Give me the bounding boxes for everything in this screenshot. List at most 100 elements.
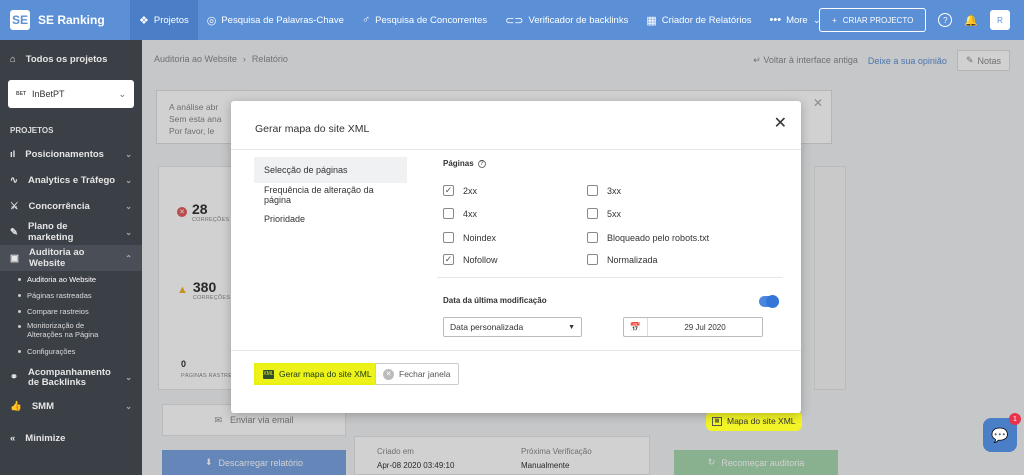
sidebar-subitem-label: Compare rastreios [27, 306, 89, 316]
checkbox-2xx[interactable]: ✓ 2xx [443, 185, 477, 196]
chat-icon: 💬 [991, 426, 1009, 443]
checkbox-icon [587, 232, 598, 243]
sidebar-subitem-settings[interactable]: Configurações [0, 343, 142, 359]
sidebar-item-analytics[interactable]: ∿ Analytics e Tráfego ⌄ [0, 167, 142, 193]
menu-change-frequency[interactable]: Frequência de alteração da página [254, 182, 407, 208]
checkbox-nofollow[interactable]: ✓ Nofollow [443, 254, 498, 265]
sidebar-subitem-label: Páginas rastreadas [27, 290, 92, 300]
sidebar-item-label: Analytics e Tráfego [27, 174, 116, 186]
checkbox-label: 3xx [607, 185, 622, 196]
bar-chart-icon: ıl [10, 148, 16, 160]
nav-projetos[interactable]: ❖ Projetos [130, 0, 198, 40]
checkbox-3xx[interactable]: 3xx [587, 185, 621, 196]
brand[interactable]: SE SE Ranking [0, 10, 130, 30]
top-navigation-bar: SE SE Ranking ❖ Projetos ◎ Pesquisa de Pal… [0, 0, 1024, 40]
more-icon: ••• [769, 14, 782, 26]
close-icon[interactable]: ✕ [774, 113, 787, 133]
pulse-icon: ∿ [10, 174, 18, 186]
checkbox-checked-icon: ✓ [443, 254, 454, 265]
chat-button[interactable]: 💬 1 [983, 413, 1021, 452]
menu-priority[interactable]: Prioridade [254, 206, 407, 232]
sidebar-item-marketing-plan[interactable]: ✎ Plano de marketing ⌄ [0, 219, 142, 245]
sidebar-subitem-page-changes[interactable]: Monitorização de Alterações na Página [0, 319, 142, 343]
brand-name: SE Ranking [38, 13, 105, 27]
last-modified-toggle[interactable] [759, 295, 779, 308]
date-picker[interactable]: 📅 29 Jul 2020 [623, 317, 763, 337]
checkbox-label: 5xx [607, 208, 622, 219]
nav-backlink-checker[interactable]: ⊂⊃ Verificador de backlinks [496, 0, 637, 40]
chevron-down-icon: ⌄ [125, 401, 132, 411]
sidebar-item-label: Acompanhamento de Backlinks [27, 367, 111, 388]
checkbox-icon [443, 232, 454, 243]
pencil-icon: ✎ [10, 226, 18, 238]
chevron-up-icon: ⌃ [125, 253, 132, 263]
avatar[interactable]: R [990, 10, 1010, 30]
pages-title: Páginas [443, 159, 474, 168]
audit-icon: ▣ [10, 252, 19, 264]
nav-label: Pesquisa de Concorrentes [375, 14, 488, 26]
section-divider [437, 277, 783, 278]
toggle-knob [766, 295, 779, 308]
generate-sitemap-button[interactable]: XML Gerar mapa do site XML [254, 363, 381, 385]
sidebar-subitem-crawled-pages[interactable]: Páginas rastreadas [0, 287, 142, 303]
sidebar-item-label: Posicionamentos [25, 148, 104, 160]
bullet-icon [18, 277, 21, 281]
bell-icon[interactable]: 🔔 [964, 14, 978, 27]
checkbox-5xx[interactable]: 5xx [587, 208, 621, 219]
checkbox-noindex[interactable]: Noindex [443, 232, 496, 243]
sidebar-subitem-audit[interactable]: Auditoria ao Website [0, 271, 142, 287]
sidebar-item-backlinks[interactable]: ⚭ Acompanhamento de Backlinks ⌄ [0, 363, 142, 393]
sidebar-subitem-label: Configurações [27, 346, 76, 356]
create-project-label: CRIAR PROJECTO [842, 15, 914, 25]
nav-keyword-research[interactable]: ◎ Pesquisa de Palavras-Chave [198, 0, 353, 40]
checkbox-4xx[interactable]: 4xx [443, 208, 477, 219]
main-nav: ❖ Projetos ◎ Pesquisa de Palavras-Chave ♂ P… [130, 0, 830, 40]
checkbox-label: 4xx [463, 208, 478, 219]
modal-divider [231, 149, 801, 150]
sidebar-item-label: SMM [31, 400, 55, 412]
nav-report-builder[interactable]: ▦ Criador de Relatórios [637, 0, 760, 40]
layers-icon: ❖ [139, 14, 149, 27]
sidebar-all-projects[interactable]: ⌂ Todos os projetos [0, 46, 142, 72]
checkbox-canonicalized[interactable]: Normalizada [587, 254, 658, 265]
sidebar-item-label: Auditoria ao Website [28, 247, 85, 269]
calendar-icon: 📅 [624, 318, 648, 336]
date-mode-select[interactable]: Data personalizada ▼ [443, 317, 582, 337]
chevron-down-icon: ⌄ [125, 175, 132, 185]
nav-competitor-research[interactable]: ♂ Pesquisa de Concorrentes [353, 0, 496, 40]
close-window-label: Fechar janela [399, 369, 451, 379]
checkbox-label: Bloqueado pelo robots.txt [607, 232, 710, 243]
sidebar-item-label: Concorrência [28, 200, 90, 212]
xml-sitemap-link[interactable]: ▦ Mapa do site XML [706, 411, 802, 431]
sidebar-item-smm[interactable]: 👍 SMM ⌄ [0, 393, 142, 419]
modal-divider [231, 350, 801, 351]
sidebar-item-positions[interactable]: ıl Posicionamentos ⌄ [0, 141, 142, 167]
help-icon[interactable]: ? [477, 159, 486, 168]
project-name: InBetPT [32, 89, 65, 99]
pages-section-title: Páginas ? [443, 159, 486, 168]
generate-label: Gerar mapa do site XML [279, 369, 372, 379]
create-project-button[interactable]: + CRIAR PROJECTO [819, 8, 927, 32]
checkbox-blocked-robots[interactable]: Bloqueado pelo robots.txt [587, 232, 709, 243]
swords-icon: ⚔ [10, 200, 19, 212]
sitemap-icon: ▦ [712, 416, 722, 426]
checkbox-label: Noindex [463, 232, 497, 243]
bullet-icon [18, 293, 21, 297]
checkbox-label: 2xx [463, 185, 478, 196]
sidebar-item-website-audit[interactable]: ▣ Auditoria ao Website ⌃ [0, 245, 142, 271]
bullet-icon [18, 309, 21, 313]
menu-page-selection[interactable]: Selecção de páginas [254, 157, 407, 183]
xml-sitemap-label: Mapa do site XML [727, 416, 796, 426]
nav-label: Pesquisa de Palavras-Chave [221, 14, 344, 26]
chevron-down-icon: ⌄ [125, 201, 132, 211]
checkbox-checked-icon: ✓ [443, 185, 454, 196]
project-selector[interactable]: BET InBetPT ⌄ [8, 80, 134, 108]
date-value: 29 Jul 2020 [684, 322, 726, 332]
close-window-button[interactable]: ✕ Fechar janela [375, 363, 459, 385]
sidebar-item-competition[interactable]: ⚔ Concorrência ⌄ [0, 193, 142, 219]
nav-label: Projetos [153, 14, 189, 26]
help-icon[interactable]: ? [938, 13, 953, 27]
sidebar-subitem-compare-crawls[interactable]: Compare rastreios [0, 303, 142, 319]
sidebar-minimize[interactable]: « Minimize [0, 425, 142, 451]
link-icon: ⚭ [10, 372, 18, 383]
